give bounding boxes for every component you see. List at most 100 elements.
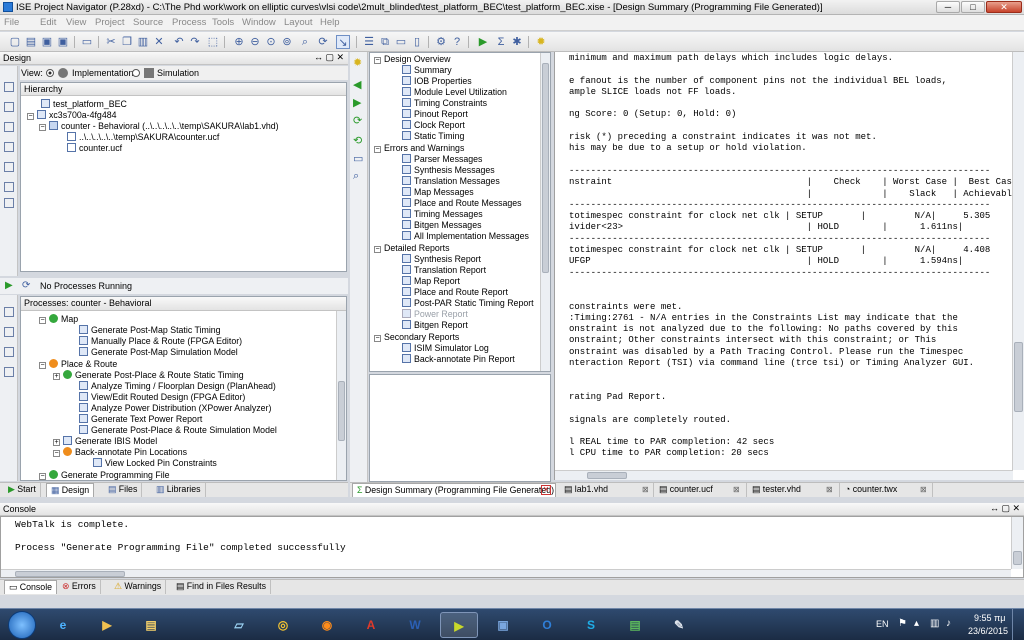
close-tab-icon[interactable]: ⊠ <box>920 485 927 494</box>
scrollbar-thumb[interactable] <box>1014 342 1023 412</box>
nav-link[interactable]: Synthesis Messages <box>402 165 495 176</box>
scrollbar-thumb[interactable] <box>15 571 125 577</box>
tree-item-project[interactable]: test_platform_BEC <box>41 99 127 110</box>
print-icon[interactable]: ▭ <box>353 152 363 165</box>
menu-source[interactable]: Source <box>133 17 163 28</box>
copy-icon[interactable]: ❐ <box>120 35 134 49</box>
collapse-icon[interactable]: − <box>39 362 46 369</box>
process-item[interactable]: Analyze Timing / Floorplan Design (PlanA… <box>79 381 276 392</box>
tab-errors[interactable]: ⊗ Errors <box>58 580 101 594</box>
forward-icon[interactable]: ▶ <box>353 96 361 109</box>
tab-console[interactable]: ▭ Console <box>4 580 58 594</box>
report-h-scrollbar[interactable] <box>555 470 1013 480</box>
process-item[interactable]: Generate Post-Map Simulation Model <box>79 347 238 358</box>
nav-link[interactable]: Parser Messages <box>402 154 482 165</box>
nav-link[interactable]: Static Timing <box>402 131 464 142</box>
menu-file[interactable]: File <box>4 17 19 28</box>
process-item[interactable]: + Generate IBIS Model <box>53 436 157 447</box>
expand-icon[interactable]: + <box>53 439 60 446</box>
file-explorer-icon[interactable]: ▤ <box>132 612 170 638</box>
back-icon[interactable]: ◀ <box>353 78 361 91</box>
close-tab-icon[interactable]: ✕ <box>541 485 551 495</box>
process-item[interactable]: Generate Post-Place & Route Simulation M… <box>79 425 277 436</box>
process-item[interactable]: − Generate Programming File <box>39 470 170 480</box>
word-icon[interactable]: W <box>396 612 434 638</box>
expand-icon[interactable]: + <box>53 373 60 380</box>
volume-icon[interactable]: ♪ <box>946 618 951 629</box>
side-tool-icon[interactable] <box>4 347 14 357</box>
new-file-icon[interactable]: ▢ <box>8 35 22 49</box>
tab-design[interactable]: ▦ Design <box>46 483 95 497</box>
process-item[interactable]: View/Edit Routed Design (FPGA Editor) <box>79 392 245 403</box>
refresh-icon[interactable]: ⟳ <box>353 114 362 127</box>
tree-item-ucf-path[interactable]: ..\..\..\..\..\temp\SAKURA\counter.ucf <box>67 132 219 143</box>
collapse-icon[interactable]: − <box>374 246 381 253</box>
print-icon[interactable]: ▭ <box>80 35 94 49</box>
nav-link[interactable]: IOB Properties <box>402 76 472 87</box>
process-map[interactable]: − Map <box>39 314 78 325</box>
nav-link[interactable]: Map Report <box>402 276 460 287</box>
language-indicator[interactable]: EN <box>876 619 889 629</box>
scrollbar-thumb[interactable] <box>587 472 627 479</box>
simulation-radio[interactable] <box>132 69 140 77</box>
lightbulb-icon[interactable]: ✹ <box>353 56 362 69</box>
tree-item-device[interactable]: − xc3s700a-4fg484 <box>27 110 117 121</box>
cascade-icon[interactable]: ⧉ <box>378 35 392 49</box>
close-tab-icon[interactable]: ⊠ <box>733 485 740 494</box>
tab-find-in-files[interactable]: ▤ Find in Files Results <box>172 580 271 594</box>
notepad-icon[interactable]: ▱ <box>220 612 258 638</box>
redo-icon[interactable]: ↷ <box>188 35 202 49</box>
console-h-scrollbar[interactable] <box>1 569 1011 577</box>
network-icon[interactable]: ▥ <box>930 618 939 629</box>
zoom-fit-icon[interactable]: ⊚ <box>280 35 294 49</box>
process-item[interactable]: Manually Place & Route (FPGA Editor) <box>79 336 242 347</box>
rerun-icon[interactable]: ⟳ <box>22 280 30 291</box>
tab-warnings[interactable]: ⚠ Warnings <box>110 580 167 594</box>
side-tool-icon[interactable] <box>4 82 14 92</box>
nav-link[interactable]: Bitgen Report <box>402 320 468 331</box>
tab-design-summary[interactable]: Σ Design Summary (Programming File Gener… <box>352 483 556 497</box>
menu-view[interactable]: View <box>66 17 86 28</box>
side-tool-icon[interactable] <box>4 327 14 337</box>
open-folder-icon[interactable]: ▤ <box>24 35 38 49</box>
menu-edit[interactable]: Edit <box>40 17 56 28</box>
close-tab-icon[interactable]: ⊠ <box>642 485 649 494</box>
search-icon[interactable]: ⌕ <box>298 35 312 49</box>
collapse-icon[interactable]: − <box>374 335 381 342</box>
maximize-button[interactable]: □ <box>961 1 985 13</box>
menu-layout[interactable]: Layout <box>284 17 313 28</box>
isim-icon[interactable]: ▣ <box>484 612 522 638</box>
nav-link[interactable]: Module Level Utilization <box>402 87 507 98</box>
ise-project-navigator-icon[interactable]: ▶ <box>440 612 478 638</box>
nav-link[interactable]: Bitgen Messages <box>402 220 481 231</box>
acrobat-icon[interactable]: A <box>352 612 390 638</box>
collapse-icon[interactable]: − <box>39 124 46 131</box>
nav-link[interactable]: Timing Constraints <box>402 98 487 109</box>
menu-window[interactable]: Window <box>242 17 276 28</box>
scrollbar-thumb[interactable] <box>542 63 549 273</box>
close-button[interactable]: ✕ <box>986 1 1022 13</box>
console-v-scrollbar[interactable] <box>1011 517 1023 569</box>
firefox-icon[interactable]: ◉ <box>308 612 346 638</box>
start-button[interactable] <box>8 611 36 639</box>
collapse-icon[interactable]: − <box>39 473 46 480</box>
nav-link[interactable]: Clock Report <box>402 120 465 131</box>
tool-app-icon[interactable]: ✎ <box>660 612 698 638</box>
process-item[interactable]: View Locked Pin Constraints <box>93 458 217 469</box>
implementation-radio[interactable] <box>46 69 54 77</box>
collapse-icon[interactable]: − <box>374 146 381 153</box>
sync-icon[interactable]: ⟲ <box>353 134 362 147</box>
nav-link[interactable]: ISIM Simulator Log <box>402 343 489 354</box>
nav-link[interactable]: Synthesis Report <box>402 254 481 265</box>
zoom-in-icon[interactable]: ⊕ <box>232 35 246 49</box>
cut-icon[interactable]: ✂ <box>104 35 118 49</box>
nav-link[interactable]: All Implementation Messages <box>402 231 529 242</box>
clock-time[interactable]: 9:55 πμ <box>974 613 1005 623</box>
stop-icon[interactable]: ✱ <box>510 35 524 49</box>
tray-arrow-icon[interactable]: ▴ <box>914 618 919 629</box>
section-design-overview[interactable]: − Design Overview <box>374 54 451 65</box>
scrollbar-thumb[interactable] <box>338 381 345 441</box>
process-item[interactable]: + Generate Post-Place & Route Static Timi… <box>53 370 244 381</box>
refresh-icon[interactable]: ⟳ <box>316 35 330 49</box>
outlook-icon[interactable]: O <box>528 612 566 638</box>
